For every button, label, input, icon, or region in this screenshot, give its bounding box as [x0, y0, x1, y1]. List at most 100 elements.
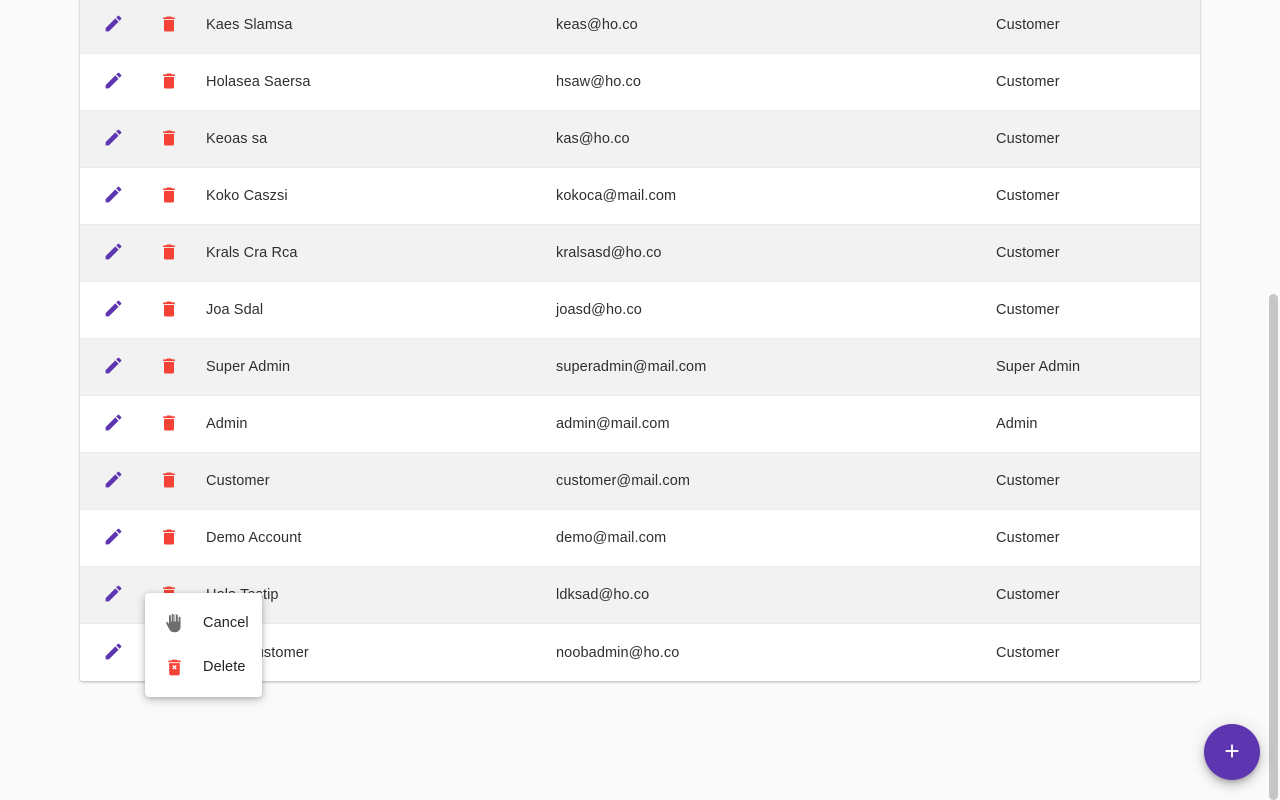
user-role-cell: Customer: [996, 644, 1060, 661]
edit-user-button[interactable]: [102, 470, 124, 492]
user-name-cell: Keoas sa: [206, 131, 268, 147]
table-row: Admin admin@mail.com Admin: [80, 396, 1200, 453]
users-page: Kei Slazseksa@ho.coCustomerKaes Slamsake…: [0, 0, 1280, 800]
trash-icon: [159, 14, 179, 37]
user-role-cell: Customer: [996, 245, 1060, 261]
user-role-cell: Customer: [996, 473, 1060, 489]
add-user-fab-button[interactable]: [1204, 724, 1260, 780]
user-name-cell: Super Admin: [206, 359, 291, 375]
delete-user-button[interactable]: [158, 71, 180, 93]
pencil-icon: [103, 526, 124, 550]
user-role-cell: Customer: [996, 131, 1060, 147]
users-table: Kei Slazseksa@ho.coCustomerKaes Slamsake…: [80, 0, 1200, 681]
pencil-icon: [103, 70, 124, 94]
edit-user-button[interactable]: [102, 356, 124, 378]
user-role-cell: Customer: [996, 188, 1060, 204]
trash-icon: [159, 128, 179, 151]
trash-icon: [159, 299, 179, 322]
edit-user-button[interactable]: [102, 299, 124, 321]
row-actions: [80, 71, 206, 93]
user-role-cell: Customer: [996, 587, 1060, 603]
user-email-cell: superadmin@mail.com: [556, 359, 707, 375]
edit-user-button[interactable]: [102, 527, 124, 549]
user-role-cell: Customer: [996, 17, 1060, 33]
user-email-cell: admin@mail.com: [556, 416, 670, 432]
trash-icon: [159, 71, 179, 94]
trash-icon: [159, 413, 179, 436]
pencil-icon: [103, 13, 124, 37]
delete-user-button[interactable]: [158, 14, 180, 36]
edit-user-button[interactable]: [102, 128, 124, 150]
user-email-cell: customer@mail.com: [556, 473, 691, 489]
row-actions: [80, 185, 206, 207]
row-actions: [80, 128, 206, 150]
row-actions: [80, 413, 206, 435]
edit-user-button[interactable]: [102, 584, 124, 606]
trash-delete-icon: [164, 657, 185, 678]
user-name-cell: Customer: [206, 473, 270, 489]
vertical-scrollbar-thumb[interactable]: [1269, 294, 1278, 800]
context-menu-item-delete[interactable]: Delete: [145, 645, 262, 689]
user-name-cell: Demo Account: [206, 530, 302, 546]
trash-icon: [159, 185, 179, 208]
delete-user-button[interactable]: [158, 128, 180, 150]
user-email-cell: joasd@ho.co: [556, 302, 642, 318]
delete-user-button[interactable]: [158, 413, 180, 435]
user-email-cell: kralsasd@ho.co: [556, 245, 662, 261]
trash-icon: [159, 527, 179, 550]
trash-icon: [159, 356, 179, 379]
delete-user-button[interactable]: [158, 356, 180, 378]
edit-user-button[interactable]: [102, 242, 124, 264]
table-row: Super Admin superadmin@mail.com Super Admi…: [80, 339, 1200, 396]
edit-user-button[interactable]: [102, 71, 124, 93]
delete-user-button[interactable]: [158, 470, 180, 492]
users-table-card: Kei Slazseksa@ho.coCustomerKaes Slamsake…: [80, 0, 1200, 681]
delete-user-button[interactable]: [158, 527, 180, 549]
user-role-cell: Admin: [996, 416, 1038, 432]
context-menu-item-cancel[interactable]: Cancel: [145, 601, 262, 645]
user-email-cell: kokoca@mail.com: [556, 188, 677, 204]
trash-icon: [159, 470, 179, 493]
edit-user-button[interactable]: [102, 642, 124, 664]
context-menu-item-label: Delete: [203, 659, 246, 675]
edit-user-button[interactable]: [102, 14, 124, 36]
row-actions: [80, 14, 206, 36]
table-row: Keoas sa kas@ho.co Customer: [80, 111, 1200, 168]
edit-user-button[interactable]: [102, 413, 124, 435]
table-row: Customer customer@mail.com Customer: [80, 453, 1200, 510]
delete-user-button[interactable]: [158, 185, 180, 207]
trash-icon: [159, 242, 179, 265]
context-menu-item-label: Cancel: [203, 615, 249, 631]
delete-confirm-context-menu: Cancel Delete: [145, 593, 262, 697]
table-row: Koko Caszsi kokoca@mail.com Customer: [80, 168, 1200, 225]
row-actions: [80, 527, 206, 549]
user-name-cell: Holasea Saersa: [206, 74, 311, 90]
table-row: Krals Cra Rca kralsasd@ho.co Customer: [80, 225, 1200, 282]
table-row: Holasea Saersa hsaw@ho.co Customer: [80, 54, 1200, 111]
pencil-icon: [103, 583, 124, 607]
pencil-icon: [103, 412, 124, 436]
edit-user-button[interactable]: [102, 185, 124, 207]
user-name-cell: Admin: [206, 416, 248, 432]
user-role-cell: Customer: [996, 74, 1060, 90]
row-actions: [80, 299, 206, 321]
table-row: Demo Account demo@mail.com Customer: [80, 510, 1200, 567]
delete-user-button[interactable]: [158, 299, 180, 321]
hand-stop-icon: [164, 613, 185, 634]
user-email-cell: noobadmin@ho.co: [556, 644, 680, 661]
user-name-cell: Joa Sdal: [206, 302, 264, 318]
user-email-cell: keas@ho.co: [556, 17, 638, 33]
user-email-cell: kas@ho.co: [556, 131, 630, 147]
delete-user-button[interactable]: [158, 242, 180, 264]
row-actions: [80, 470, 206, 492]
pencil-icon: [103, 298, 124, 322]
row-actions: [80, 242, 206, 264]
vertical-scrollbar-track[interactable]: [1265, 0, 1280, 800]
row-actions: [80, 356, 206, 378]
user-role-cell: Customer: [996, 530, 1060, 546]
pencil-icon: [103, 641, 124, 665]
user-role-cell: Customer: [996, 302, 1060, 318]
pencil-icon: [103, 184, 124, 208]
pencil-icon: [103, 241, 124, 265]
user-email-cell: hsaw@ho.co: [556, 74, 642, 90]
